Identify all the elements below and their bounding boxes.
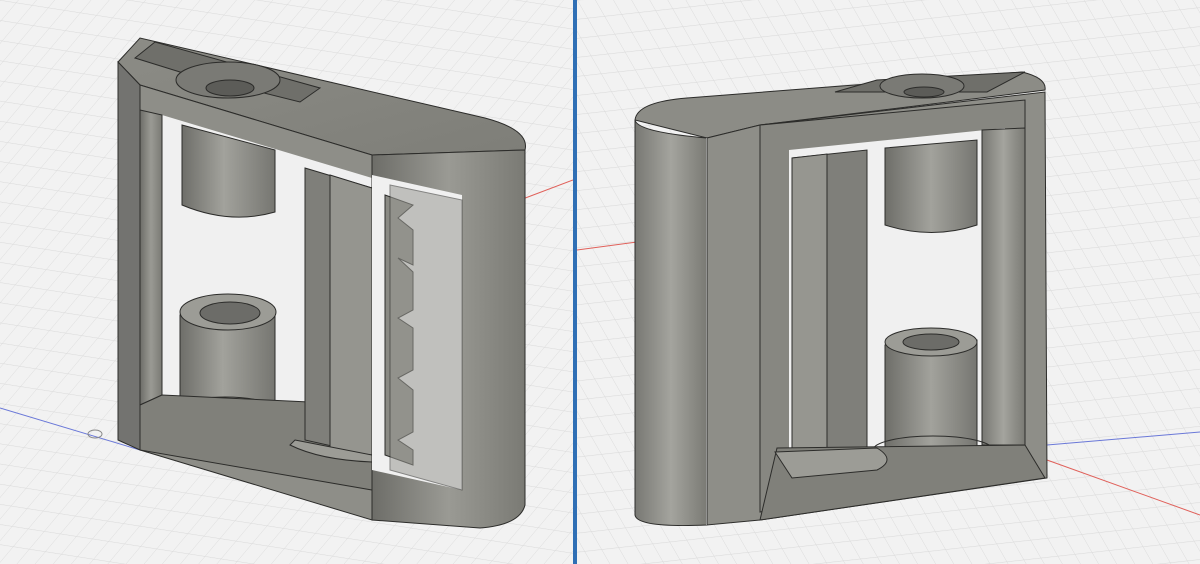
top-bore (903, 86, 945, 98)
viewport-left-canvas[interactable] (0, 0, 573, 564)
lower-boss-bore (199, 301, 261, 325)
inner-right-wall (981, 127, 1026, 446)
right-inner-face (389, 184, 463, 491)
viewport-right-canvas[interactable] (577, 0, 1200, 564)
left-end[interactable] (634, 119, 708, 527)
canvas-area[interactable] (0, 0, 1200, 564)
center-rail-face (329, 174, 373, 456)
viewport-left[interactable] (0, 0, 573, 564)
upper-boss[interactable] (884, 139, 978, 233)
lower-boss[interactable] (884, 339, 978, 455)
viewport-right[interactable] (577, 0, 1200, 564)
lower-boss-bore (902, 333, 960, 351)
inner-left-wall (139, 109, 163, 406)
model-body[interactable] (634, 71, 1048, 527)
left-wall-edge (117, 60, 141, 451)
top-bore (205, 79, 255, 97)
center-rail-face (791, 153, 828, 471)
